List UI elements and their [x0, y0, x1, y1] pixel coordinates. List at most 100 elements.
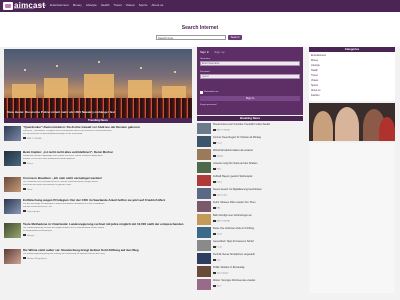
breaking-item[interactable]: Fußball: Bayern gewinnt Spitzenspiel Kic…: [197, 174, 303, 187]
news-title[interactable]: Unwetter sorgt für Chaos auf den Straßen: [213, 162, 302, 165]
news-title[interactable]: Technik: Neues Smartphone vorgestellt: [213, 253, 302, 256]
tab-sign-up[interactable]: Sign up: [214, 50, 224, 54]
nav-item[interactable]: About us: [151, 3, 163, 8]
trending-heading: Trending News: [4, 118, 192, 123]
nav-item[interactable]: Videos: [126, 3, 135, 8]
breaking-item[interactable]: Kultur: Museen öffnen wieder ihre Türen …: [197, 200, 303, 213]
news-thumbnail[interactable]: [197, 214, 211, 225]
news-source: WELT ONLINE: [213, 220, 230, 223]
news-title[interactable]: Politik: Debatte im Bundestag: [213, 266, 302, 269]
news-source: Focus: [213, 246, 222, 249]
trending-item[interactable]: Die Wilma steht außer sie: Standordung b…: [4, 248, 192, 267]
nav-item[interactable]: Money: [73, 3, 82, 8]
hero-image[interactable]: Kiew Heute: Russische Polizei nimmt mehr…: [4, 49, 192, 118]
news-title[interactable]: Gesundheit: Tipps für besseren Schlaf: [213, 240, 302, 243]
category-link[interactable]: Fashion: [311, 94, 320, 97]
category-link[interactable]: Videos: [311, 79, 318, 82]
breaking-item[interactable]: Unwetter sorgt für Chaos auf den Straßen…: [197, 161, 303, 174]
news-source-label: Spiegel: [216, 155, 224, 158]
news-thumbnail[interactable]: [197, 279, 211, 290]
breaking-item[interactable]: Politik: Debatte im Bundestag Tagesspieg…: [197, 265, 303, 278]
username-field[interactable]: Enter Username: [200, 61, 300, 66]
category-link[interactable]: Sports: [311, 84, 318, 87]
trending-item[interactable]: Entfütschung wegen Privilegien: Der der …: [4, 198, 192, 217]
news-source: Stern: [23, 188, 32, 191]
news-thumbnail[interactable]: [4, 199, 21, 214]
photo-person: [335, 107, 359, 141]
news-thumbnail[interactable]: [197, 266, 211, 277]
news-thumbnail[interactable]: [197, 201, 211, 212]
trending-item[interactable]: Teste Methadone in Unterlande: Landesreg…: [4, 222, 192, 241]
news-title[interactable]: Neues Gesetz zur Digitalisierung beschlo…: [213, 188, 302, 191]
category-link[interactable]: Travel: [311, 74, 318, 77]
news-title[interactable]: Corona: Neue Regeln für Schulen ab Monta…: [213, 136, 302, 139]
nav-item[interactable]: Travel: [113, 3, 121, 8]
news-source-label: Tagesspiegel: [216, 272, 229, 275]
search-input[interactable]: Search here: [156, 35, 226, 40]
site-logo[interactable]: aimcast Millions of stories at a glance: [3, 1, 45, 11]
breaking-item[interactable]: Reise: Die schönsten Ziele im Frühling T…: [197, 226, 303, 239]
breaking-item[interactable]: Wirtschaft wächst stärker als erwartet S…: [197, 148, 303, 161]
news-thumbnail[interactable]: [4, 151, 21, 166]
breaking-item[interactable]: Bahn kündigt neue Verbindungen an WELT O…: [197, 213, 303, 226]
source-logo-icon: [213, 168, 216, 170]
news-title[interactable]: Bahn kündigt neue Verbindungen an: [213, 214, 302, 217]
hero-light: [98, 61, 100, 63]
remember-checkbox[interactable]: [200, 91, 203, 94]
news-thumbnail[interactable]: [197, 136, 211, 147]
news-thumbnail[interactable]: [197, 175, 211, 186]
logo-icon: [3, 2, 13, 10]
news-title[interactable]: Fußball: Bayern gewinnt Spitzenspiel: [213, 175, 302, 178]
nav-item[interactable]: Lifestyle: [86, 3, 97, 8]
search-button[interactable]: Search: [228, 35, 242, 40]
news-title[interactable]: Wirtschaft wächst stärker als erwartet: [213, 149, 302, 152]
breaking-item[interactable]: Gesundheit: Tipps für besseren Schlaf Fo…: [197, 239, 303, 252]
nav-item[interactable]: Home: [38, 3, 46, 8]
tab-sign-in[interactable]: Sign in: [200, 50, 209, 54]
category-link[interactable]: Lifestyle: [311, 64, 320, 67]
news-thumbnail[interactable]: [197, 240, 211, 251]
hero-caption[interactable]: Kiew Heute: Russische Polizei nimmt mehr…: [7, 111, 115, 115]
news-source: Tagesspiegel: [213, 272, 228, 275]
news-title[interactable]: Stream-Fans unter Kontrolle: Kreuzfahrt …: [213, 123, 302, 126]
category-link[interactable]: Health: [311, 69, 318, 72]
news-source-label: FAZ: [216, 207, 221, 210]
nav-item[interactable]: Entertainment: [50, 3, 69, 8]
password-field[interactable]: ••••••••: [200, 74, 300, 79]
news-thumbnail[interactable]: [197, 227, 211, 238]
breaking-item[interactable]: Neues Gesetz zur Digitalisierung beschlo…: [197, 187, 303, 200]
featured-photo[interactable]: [309, 103, 395, 141]
news-thumbnail[interactable]: [4, 223, 21, 238]
news-thumbnail[interactable]: [197, 149, 211, 160]
news-source-label: Stern: [216, 168, 222, 171]
hero-light: [174, 71, 176, 73]
news-thumbnail[interactable]: [197, 253, 211, 264]
source-logo-icon: [213, 129, 216, 131]
trending-item[interactable]: "Querdenker"-Demonstration: Da drohte Ge…: [4, 125, 192, 144]
news-thumbnail[interactable]: [4, 126, 21, 141]
nav-item[interactable]: Health: [101, 3, 110, 8]
sign-in-button[interactable]: Sign in: [200, 96, 300, 101]
main-nav: Home Entertainment Money Lifestyle Healt…: [38, 3, 163, 8]
news-thumbnail[interactable]: [197, 162, 211, 173]
news-thumbnail[interactable]: [4, 177, 21, 192]
category-link[interactable]: Money: [311, 59, 318, 62]
news-title[interactable]: Reise: Die schönsten Ziele im Frühling: [213, 227, 302, 230]
breaking-item[interactable]: Stream-Fans unter Kontrolle: Kreuzfahrt …: [197, 122, 303, 135]
news-thumbnail[interactable]: [197, 188, 211, 199]
breaking-item[interactable]: Wetter: Sonniges Wochenende erwartet Ste…: [197, 278, 303, 291]
news-thumbnail[interactable]: [4, 249, 21, 264]
breaking-item[interactable]: Technik: Neues Smartphone vorgestellt Ch…: [197, 252, 303, 265]
source-logo-icon: [213, 194, 216, 196]
news-thumbnail[interactable]: [197, 123, 211, 134]
news-title[interactable]: Kultur: Museen öffnen wieder ihre Türen: [213, 201, 302, 204]
trending-item[interactable]: Beim Impfen: „Ist nicht nicht alles wohl…: [4, 150, 192, 169]
breaking-item[interactable]: Corona: Neue Regeln für Schulen ab Monta…: [197, 135, 303, 148]
news-source-label: Stern: [216, 285, 222, 288]
nav-item[interactable]: Sports: [139, 3, 148, 8]
category-link[interactable]: About us: [311, 89, 320, 92]
category-link[interactable]: Entertainment: [311, 54, 326, 57]
forgot-password-link[interactable]: Forgot password: [200, 104, 216, 106]
trending-item[interactable]: Corona in Brasilien: „Ich steh nicht ver…: [4, 176, 192, 195]
news-title[interactable]: Wetter: Sonniges Wochenende erwartet: [213, 279, 302, 282]
